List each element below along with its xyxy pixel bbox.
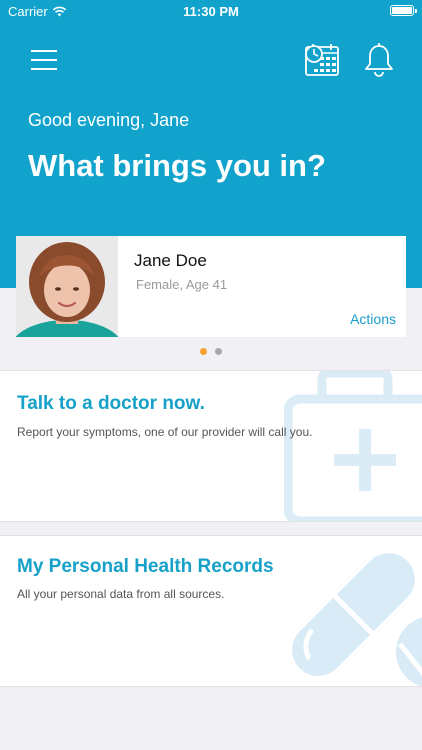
pills-icon [292, 553, 422, 686]
status-time: 11:30 PM [183, 4, 239, 19]
page-indicator [0, 348, 422, 355]
medical-kit-icon [284, 371, 422, 521]
status-bar: Carrier 11:30 PM [0, 0, 422, 22]
card-subtitle: Report your symptoms, one of our provide… [17, 425, 313, 439]
page-headline: What brings you in? [28, 148, 326, 183]
avatar [16, 236, 118, 337]
talk-to-doctor-card[interactable]: Talk to a doctor now. Report your sympto… [0, 370, 422, 522]
page-dot-active[interactable] [200, 348, 207, 355]
page-dot[interactable] [215, 348, 222, 355]
schedule-calendar-icon[interactable] [304, 41, 340, 77]
bell-icon[interactable] [363, 42, 395, 78]
profile-details: Female, Age 41 [136, 277, 228, 292]
card-title: My Personal Health Records [17, 556, 274, 577]
card-subtitle: All your personal data from all sources. [17, 587, 225, 601]
menu-icon[interactable] [31, 49, 57, 71]
card-title: Talk to a doctor now. [17, 393, 205, 414]
health-records-card[interactable]: My Personal Health Records All your pers… [0, 535, 422, 687]
profile-card[interactable]: Jane Doe Female, Age 41 Actions [16, 236, 406, 337]
battery-icon [390, 5, 417, 16]
profile-name: Jane Doe [134, 251, 207, 270]
profile-actions-link[interactable]: Actions [350, 311, 396, 327]
greeting-text: Good evening, Jane [28, 110, 190, 130]
